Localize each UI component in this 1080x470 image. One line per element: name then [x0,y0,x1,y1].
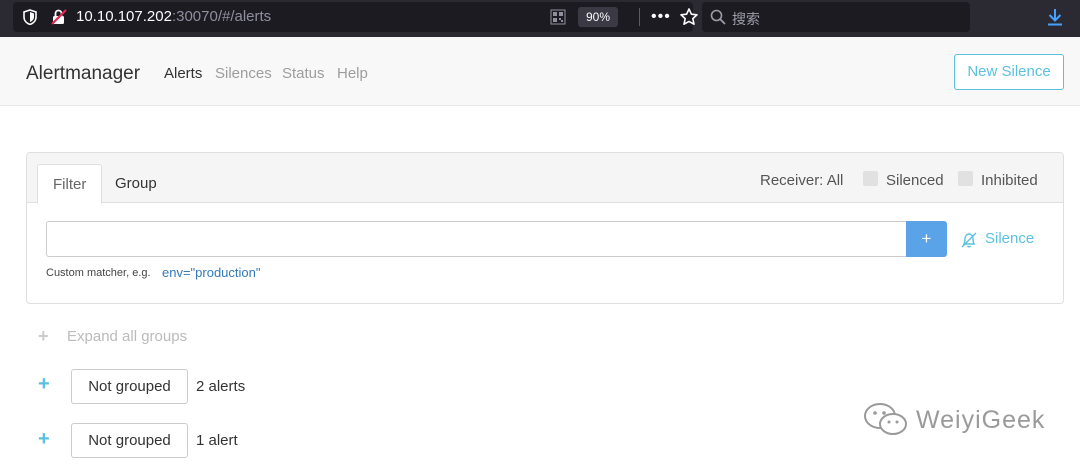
bookmark-star-icon[interactable] [679,7,699,27]
download-icon[interactable] [1046,8,1064,26]
tab-group[interactable]: Group [100,164,172,204]
search-icon [710,9,726,25]
group-label-button[interactable]: Not grouped [71,369,188,404]
brand-title[interactable]: Alertmanager [26,63,140,85]
qr-code-icon[interactable] [550,9,566,25]
group-alert-count: 1 alert [196,432,238,449]
inhibited-label[interactable]: Inhibited [981,172,1038,189]
expand-all-label: Expand all groups [67,328,188,345]
shield-icon[interactable] [23,9,37,25]
page-actions-icon[interactable]: ••• [651,9,671,25]
receiver-selector[interactable]: Receiver: All [760,172,843,189]
matcher-example-link[interactable]: env="production" [162,265,261,280]
nav-silences[interactable]: Silences [215,65,272,82]
filter-input[interactable] [46,221,907,257]
silence-link-label: Silence [985,230,1035,247]
browser-search-box[interactable]: 搜索 [702,2,970,32]
filter-card-header: Filter Group Receiver: All Silenced Inhi… [27,153,1063,204]
wechat-icon [864,403,907,435]
plus-icon: + [38,326,49,346]
matcher-hint: Custom matcher, e.g. [46,267,151,279]
inhibited-checkbox[interactable] [958,171,973,186]
watermark-text: WeiyiGeek [916,406,1046,434]
group-alert-count: 2 alerts [196,378,246,395]
bell-slash-icon [961,232,977,248]
toolbar-divider [639,8,640,26]
new-silence-button[interactable]: New Silence [954,54,1064,90]
nav-help[interactable]: Help [337,65,368,82]
group-label-button[interactable]: Not grouped [71,423,188,458]
url-path: :30070/#/alerts [171,8,272,25]
nav-status[interactable]: Status [282,65,325,82]
zoom-badge[interactable]: 90% [578,7,619,27]
add-filter-button[interactable]: + [906,221,947,257]
search-placeholder: 搜索 [732,11,760,27]
expand-group-icon[interactable]: + [38,428,50,451]
url-host: 10.10.107.202 [76,8,172,25]
silenced-label[interactable]: Silenced [886,172,944,189]
address-bar[interactable]: 10.10.107.202:30070/#/alerts 90% ••• [13,2,698,32]
app-navbar: Alertmanager Alerts Silences Status Help… [0,37,1080,106]
expand-group-icon[interactable]: + [38,373,50,396]
tab-filter[interactable]: Filter [37,164,103,204]
browser-toolbar: 10.10.107.202:30070/#/alerts 90% ••• 搜索 [0,0,1080,37]
silenced-checkbox[interactable] [863,171,878,186]
filter-card: Filter Group Receiver: All Silenced Inhi… [26,152,1064,304]
insecure-lock-icon[interactable] [50,8,68,26]
nav-alerts[interactable]: Alerts [164,65,202,82]
url-text: 10.10.107.202:30070/#/alerts [76,8,271,25]
